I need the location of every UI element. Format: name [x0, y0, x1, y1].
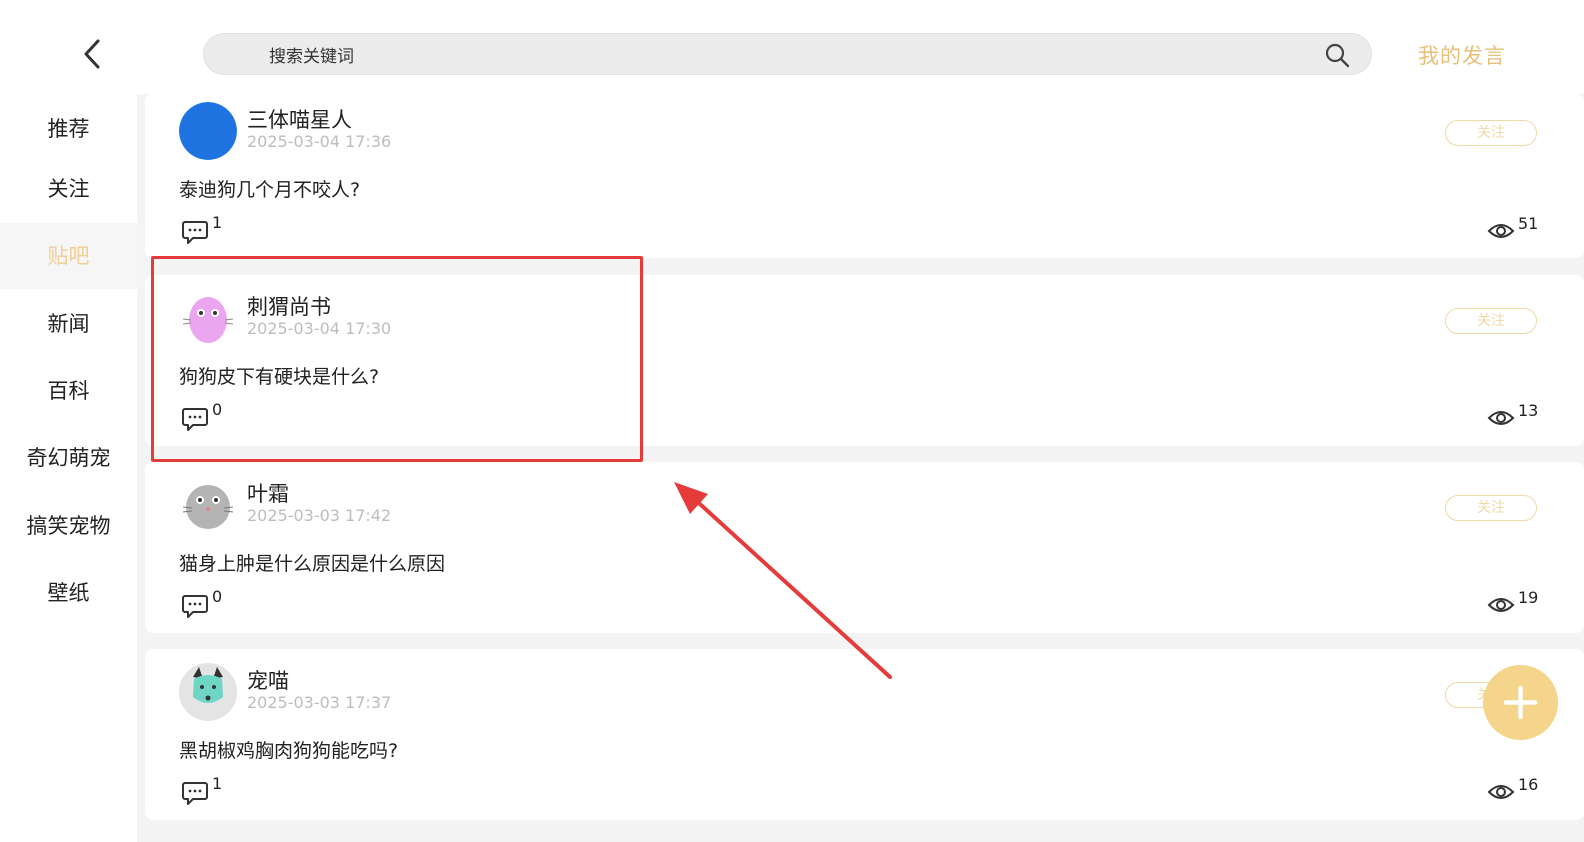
username[interactable]: 宠喵	[247, 665, 289, 695]
eye-icon	[1487, 224, 1515, 238]
avatar[interactable]	[179, 476, 237, 534]
top-bar: 搜索关键词 我的发言	[0, 0, 1584, 94]
post-title[interactable]: 猫身上肿是什么原因是什么原因	[179, 549, 445, 576]
post-time: 2025-03-03 17:37	[247, 693, 392, 712]
annotation-arrow	[674, 482, 892, 679]
post-card[interactable]: 三体喵星人 2025-03-04 17:36 关注 泰迪狗几个月不咬人? 1 5…	[145, 94, 1584, 258]
search-bar[interactable]: 搜索关键词	[203, 33, 1372, 75]
follow-button[interactable]: 关注	[1445, 120, 1537, 146]
comment-count[interactable]: 1	[181, 213, 222, 247]
comment-count[interactable]: 0	[181, 587, 222, 621]
eye-icon	[1487, 785, 1515, 799]
chevron-left-icon	[84, 39, 100, 69]
view-number: 16	[1518, 775, 1539, 794]
post-time: 2025-03-03 17:42	[247, 506, 392, 525]
my-posts-link[interactable]: 我的发言	[1418, 40, 1506, 70]
search-icon[interactable]	[1324, 42, 1350, 68]
plus-icon	[1503, 685, 1538, 720]
view-number: 13	[1518, 401, 1539, 420]
eye-icon	[1487, 598, 1515, 612]
view-number: 19	[1518, 588, 1539, 607]
avatar[interactable]	[179, 102, 237, 160]
username[interactable]: 三体喵星人	[247, 104, 352, 134]
username[interactable]: 叶霜	[247, 478, 289, 508]
sidebar-item-funny-pets[interactable]: 搞笑宠物	[0, 493, 137, 559]
comment-icon	[182, 221, 208, 244]
view-number: 51	[1518, 214, 1539, 233]
grey-cartoon-avatar	[179, 476, 237, 534]
follow-button[interactable]: 关注	[1445, 495, 1537, 521]
sidebar-item-follow[interactable]: 关注	[0, 156, 137, 222]
category-sidebar: 推荐 关注 贴吧 新闻 百科 奇幻萌宠 搞笑宠物 壁纸	[0, 96, 137, 842]
blue-circle-avatar	[179, 102, 237, 160]
search-input[interactable]: 搜索关键词	[269, 42, 354, 67]
follow-button[interactable]: 关注	[1445, 308, 1537, 334]
post-feed: 三体喵星人 2025-03-04 17:36 关注 泰迪狗几个月不咬人? 1 5…	[137, 94, 1584, 842]
view-count: 16	[1487, 775, 1538, 809]
sidebar-item-encyclopedia[interactable]: 百科	[0, 358, 137, 424]
comment-number: 1	[212, 774, 223, 793]
back-button[interactable]	[78, 38, 108, 70]
husky-cartoon-avatar	[179, 663, 237, 721]
sidebar-item-tieba[interactable]: 贴吧	[0, 223, 137, 289]
view-count: 19	[1487, 588, 1538, 622]
annotation-highlight-box	[151, 256, 643, 462]
post-time: 2025-03-04 17:36	[247, 132, 392, 151]
comment-count[interactable]: 1	[181, 774, 222, 808]
post-title[interactable]: 黑胡椒鸡胸肉狗狗能吃吗?	[179, 736, 398, 763]
comment-icon	[182, 595, 208, 618]
sidebar-item-recommend[interactable]: 推荐	[0, 96, 137, 162]
view-count: 13	[1487, 401, 1538, 435]
comment-number: 1	[212, 213, 223, 232]
sidebar-item-fantasy-pets[interactable]: 奇幻萌宠	[0, 425, 137, 491]
comment-icon	[182, 782, 208, 805]
view-count: 51	[1487, 214, 1538, 248]
comment-number: 0	[212, 587, 223, 606]
eye-icon	[1487, 411, 1515, 425]
avatar[interactable]	[179, 663, 237, 721]
sidebar-item-wallpaper[interactable]: 壁纸	[0, 560, 137, 626]
add-post-button[interactable]	[1483, 665, 1558, 740]
post-title[interactable]: 泰迪狗几个月不咬人?	[179, 175, 360, 202]
sidebar-item-news[interactable]: 新闻	[0, 291, 137, 357]
